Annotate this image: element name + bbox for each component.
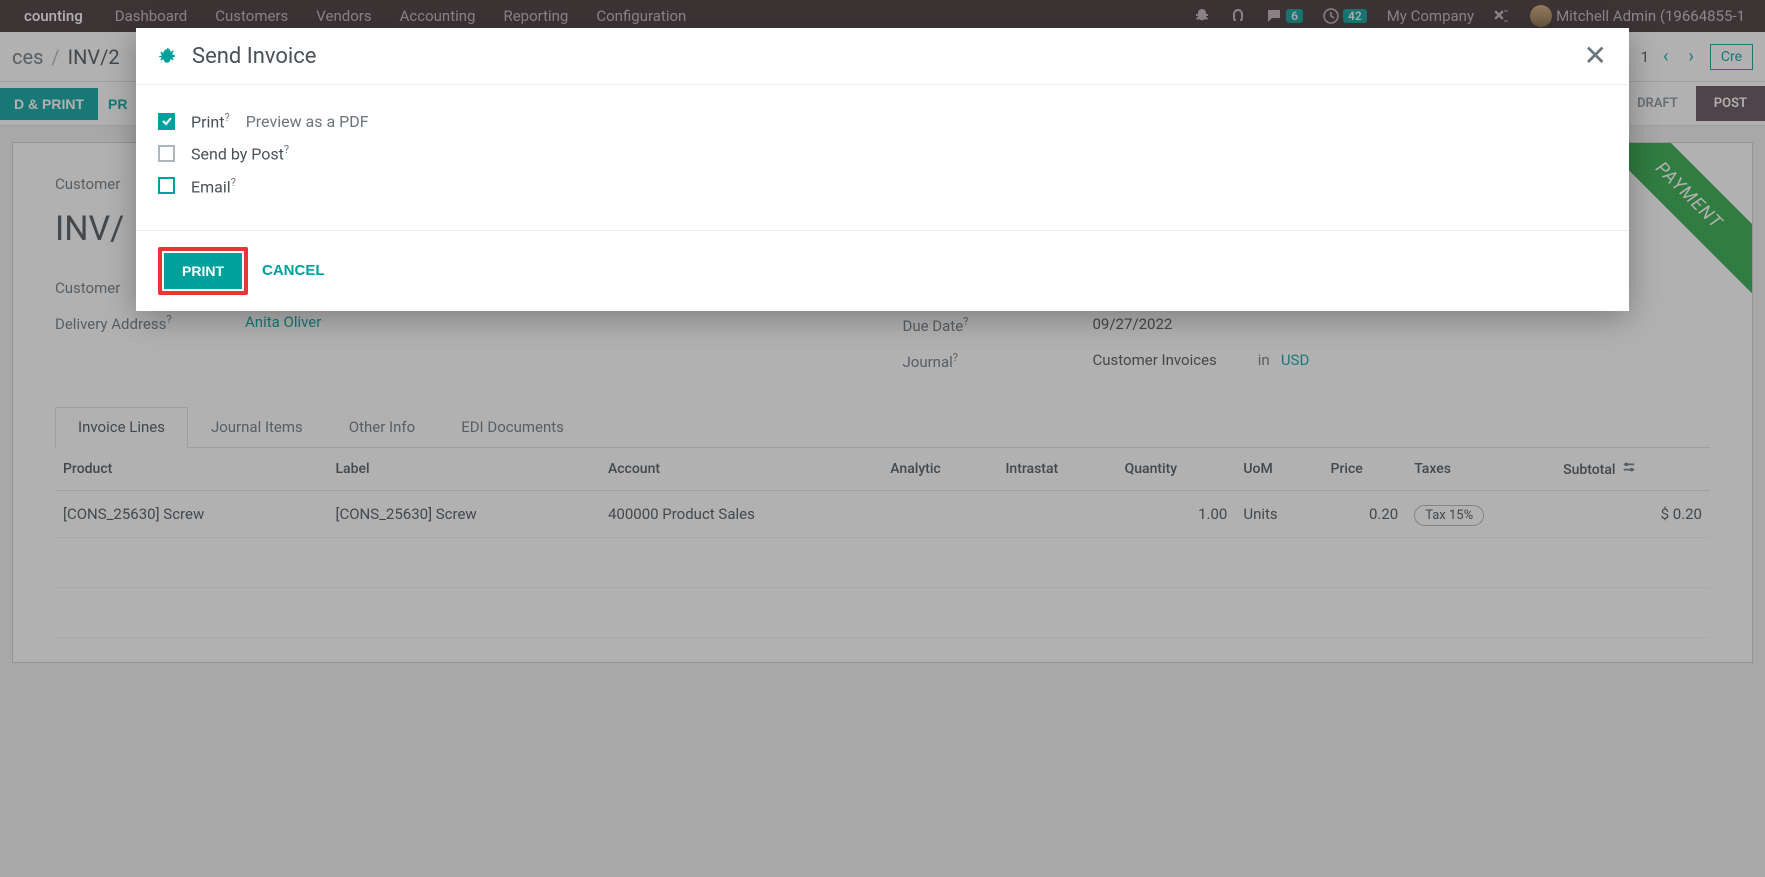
- email-label: Email?: [191, 176, 236, 196]
- email-checkbox[interactable]: [158, 177, 175, 194]
- print-label: Print?: [191, 111, 230, 131]
- close-button[interactable]: ✕: [1584, 42, 1607, 70]
- print-checkbox[interactable]: [158, 113, 175, 130]
- modal-body: Print? Preview as a PDF Send by Post? Em…: [136, 85, 1629, 230]
- send-invoice-modal: Send Invoice ✕ Print? Preview as a PDF S…: [136, 28, 1629, 311]
- preview-pdf-link[interactable]: Preview as a PDF: [246, 112, 369, 131]
- cancel-button[interactable]: CANCEL: [262, 262, 325, 279]
- modal-title: Send Invoice: [192, 44, 316, 69]
- bug-icon: [158, 47, 176, 65]
- post-label: Send by Post?: [191, 143, 289, 163]
- modal-footer: PRINT CANCEL: [136, 230, 1629, 311]
- modal-header: Send Invoice ✕: [136, 28, 1629, 85]
- post-checkbox[interactable]: [158, 145, 175, 162]
- print-button-highlight: PRINT: [158, 247, 248, 295]
- print-button[interactable]: PRINT: [164, 253, 242, 289]
